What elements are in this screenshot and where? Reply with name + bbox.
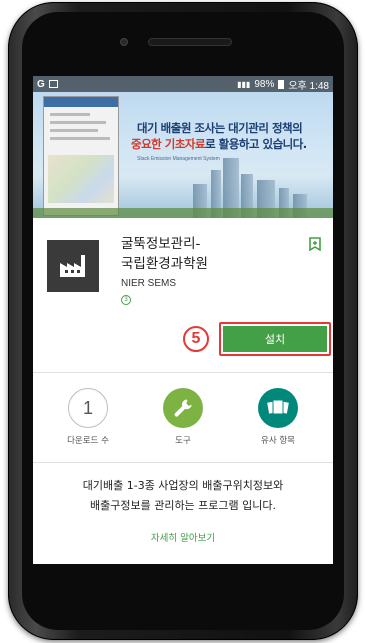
banner-highlight: 중요한 기초자료 (131, 137, 206, 151)
factory-icon (60, 255, 85, 277)
banner-map-image (48, 155, 114, 203)
similar-cards-icon (258, 388, 298, 428)
wishlist-bookmark-icon[interactable] (309, 237, 321, 251)
download-count-badge: 1 (68, 388, 108, 428)
developer-name[interactable]: NIER SEMS (121, 278, 176, 289)
description-line-2: 배출구정보를 관리하는 프로그램 입니다. (89, 499, 277, 512)
stat-similar[interactable]: 유사 항목 (243, 388, 313, 446)
battery-percentage: 98% (254, 78, 275, 90)
install-button[interactable]: 설치 (223, 326, 327, 352)
content-rating-badge: 3 (121, 295, 131, 305)
stat-downloads[interactable]: 1 다운로드 수 (53, 388, 123, 446)
app-title-line-2: 국립환경과학원 (121, 256, 208, 272)
description-line-1: 대기배출 1-3종 사업장의 배출구위치정보와 (82, 479, 284, 492)
clock: 오후 1:48 (288, 80, 329, 92)
stat-label-similar: 유사 항목 (261, 436, 295, 446)
feature-banner[interactable]: 대기 배출원 조사는 대기관리 정책의 중요한 기초자료로 활용하고 있습니다.… (33, 76, 333, 218)
read-more-link[interactable]: 자세히 알아보기 (33, 530, 333, 544)
signal-icon: ▮▮▮ (237, 79, 251, 89)
app-icon (47, 240, 99, 292)
divider-bottom (33, 462, 333, 463)
stat-category-tools[interactable]: 도구 (148, 388, 218, 446)
front-camera (120, 38, 128, 46)
phone-screen: 대기 배출원 조사는 대기관리 정책의 중요한 기초자료로 활용하고 있습니다.… (33, 76, 333, 564)
status-bar: G ▮▮▮ 98% 오후 1:48 (33, 76, 333, 92)
banner-headline-2: 중요한 기초자료로 활용하고 있습니다. (131, 136, 307, 152)
earpiece-speaker (148, 38, 232, 46)
battery-icon (278, 79, 285, 89)
banner-headline-1: 대기 배출원 조사는 대기관리 정책의 (137, 121, 303, 135)
phone-chin (33, 564, 333, 624)
banner-greenery (33, 208, 333, 218)
banner-app-screenshot (43, 96, 119, 216)
gmail-notification-icon: G (37, 78, 45, 90)
banner-headline-2-rest: 로 활용하고 있습니다. (205, 137, 307, 151)
screenshot-notification-icon (48, 80, 58, 88)
wrench-icon (163, 388, 203, 428)
stat-label-downloads: 다운로드 수 (67, 436, 109, 446)
step-number-marker: 5 (183, 326, 209, 352)
divider-top (33, 372, 333, 373)
app-title-line-1: 굴뚝정보관리- (121, 236, 201, 252)
app-title: 굴뚝정보관리- 국립환경과학원 (121, 234, 301, 274)
app-description: 대기배출 1-3종 사업장의 배출구위치정보와 배출구정보를 관리하는 프로그램… (33, 476, 333, 516)
stat-label-tools: 도구 (175, 436, 191, 446)
